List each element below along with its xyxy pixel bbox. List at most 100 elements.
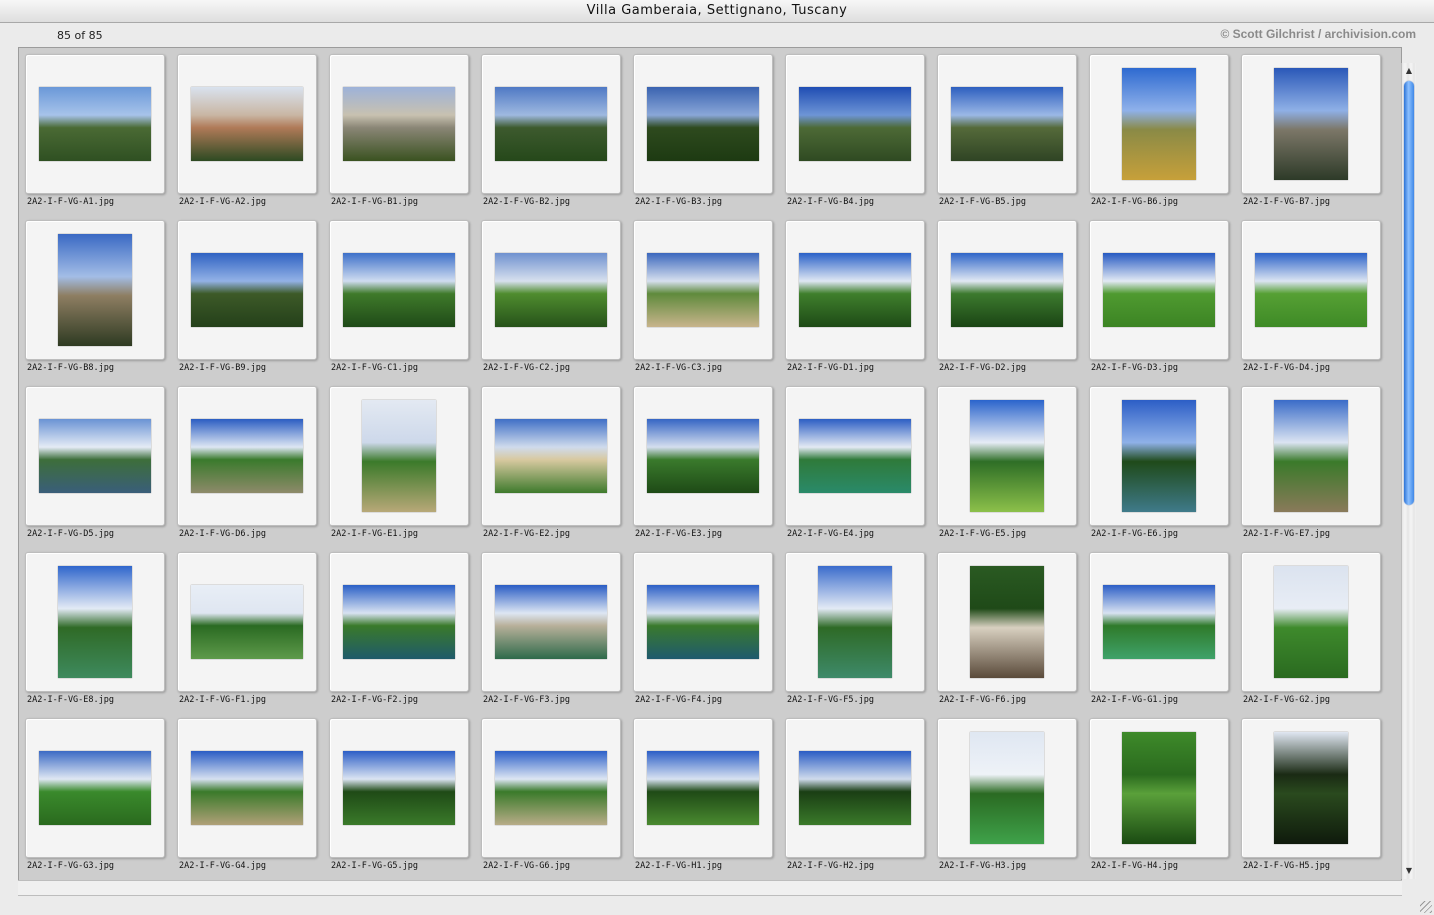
photo-thumbnail[interactable] [799,253,911,327]
thumbnail-slide[interactable]: 2A2-I-F-VG-H4.jpg [1089,718,1229,871]
thumbnail-slide[interactable]: 2A2-I-F-VG-E5.jpg [937,386,1077,539]
thumbnail-slide[interactable]: 2A2-I-F-VG-F2.jpg [329,552,469,705]
photo-thumbnail[interactable] [39,419,151,493]
photo-thumbnail[interactable] [495,253,607,327]
thumbnail-slide[interactable]: 2A2-I-F-VG-A2.jpg [177,54,317,207]
photo-thumbnail[interactable] [1122,400,1196,512]
photo-thumbnail[interactable] [191,751,303,825]
photo-thumbnail[interactable] [1103,585,1215,659]
thumbnail-slide[interactable]: 2A2-I-F-VG-B4.jpg [785,54,925,207]
photo-thumbnail[interactable] [799,751,911,825]
thumbnail-slide[interactable]: 2A2-I-F-VG-F6.jpg [937,552,1077,705]
thumbnail-slide[interactable]: 2A2-I-F-VG-D2.jpg [937,220,1077,373]
thumbnail-filename: 2A2-I-F-VG-G3.jpg [27,861,114,871]
thumbnail-slide[interactable]: 2A2-I-F-VG-B5.jpg [937,54,1077,207]
thumbnail-slide[interactable]: 2A2-I-F-VG-F3.jpg [481,552,621,705]
thumbnail-slide[interactable]: 2A2-I-F-VG-D5.jpg [25,386,165,539]
horizontal-scrollbar[interactable] [18,880,1402,896]
thumbnail-slide[interactable]: 2A2-I-F-VG-E7.jpg [1241,386,1381,539]
thumbnail-slide[interactable]: 2A2-I-F-VG-G2.jpg [1241,552,1381,705]
scrollbar-thumb[interactable] [1404,81,1414,505]
photo-thumbnail[interactable] [39,751,151,825]
thumbnail-slide[interactable]: 2A2-I-F-VG-H5.jpg [1241,718,1381,871]
thumbnail-slide[interactable]: 2A2-I-F-VG-B7.jpg [1241,54,1381,207]
photo-thumbnail[interactable] [1122,68,1196,180]
thumbnail-slide[interactable]: 2A2-I-F-VG-C1.jpg [329,220,469,373]
thumbnail-filename: 2A2-I-F-VG-B3.jpg [635,197,722,207]
photo-thumbnail[interactable] [647,585,759,659]
photo-thumbnail[interactable] [799,419,911,493]
photo-thumbnail[interactable] [362,400,436,512]
photo-thumbnail[interactable] [495,751,607,825]
thumbnail-slide[interactable]: 2A2-I-F-VG-H1.jpg [633,718,773,871]
photo-thumbnail[interactable] [343,751,455,825]
photo-thumbnail[interactable] [1274,400,1348,512]
thumbnail-slide[interactable]: 2A2-I-F-VG-B3.jpg [633,54,773,207]
photo-thumbnail[interactable] [818,566,892,678]
thumbnail-slide[interactable]: 2A2-I-F-VG-E1.jpg [329,386,469,539]
thumbnail-slide[interactable]: 2A2-I-F-VG-G4.jpg [177,718,317,871]
thumbnail-slide[interactable]: 2A2-I-F-VG-F4.jpg [633,552,773,705]
scroll-up-arrow-icon[interactable]: ▲ [1402,65,1416,77]
thumbnail-filename: 2A2-I-F-VG-E1.jpg [331,529,418,539]
photo-thumbnail[interactable] [647,253,759,327]
photo-thumbnail[interactable] [647,87,759,161]
thumbnail-slide[interactable]: 2A2-I-F-VG-G3.jpg [25,718,165,871]
photo-thumbnail[interactable] [647,419,759,493]
photo-thumbnail[interactable] [191,419,303,493]
thumbnail-slide[interactable]: 2A2-I-F-VG-B2.jpg [481,54,621,207]
photo-thumbnail[interactable] [1274,566,1348,678]
photo-thumbnail[interactable] [951,87,1063,161]
thumbnail-slide[interactable]: 2A2-I-F-VG-H3.jpg [937,718,1077,871]
thumbnail-slide[interactable]: 2A2-I-F-VG-B6.jpg [1089,54,1229,207]
thumbnail-filename: 2A2-I-F-VG-B8.jpg [27,363,114,373]
thumbnail-slide[interactable]: 2A2-I-F-VG-F1.jpg [177,552,317,705]
photo-thumbnail[interactable] [343,87,455,161]
photo-thumbnail[interactable] [1274,68,1348,180]
thumbnail-slide[interactable]: 2A2-I-F-VG-D6.jpg [177,386,317,539]
photo-thumbnail[interactable] [191,87,303,161]
photo-thumbnail[interactable] [58,234,132,346]
thumbnail-slide[interactable]: 2A2-I-F-VG-D3.jpg [1089,220,1229,373]
thumbnail-slide[interactable]: 2A2-I-F-VG-A1.jpg [25,54,165,207]
photo-thumbnail[interactable] [39,87,151,161]
vertical-scrollbar[interactable]: ▲ ▼ [1401,63,1416,879]
thumbnail-slide[interactable]: 2A2-I-F-VG-G5.jpg [329,718,469,871]
photo-thumbnail[interactable] [58,566,132,678]
photo-thumbnail[interactable] [495,585,607,659]
photo-thumbnail[interactable] [1255,253,1367,327]
thumbnail-slide[interactable]: 2A2-I-F-VG-G6.jpg [481,718,621,871]
thumbnail-slide[interactable]: 2A2-I-F-VG-B8.jpg [25,220,165,373]
photo-thumbnail[interactable] [799,87,911,161]
photo-thumbnail[interactable] [951,253,1063,327]
photo-thumbnail[interactable] [970,732,1044,844]
photo-thumbnail[interactable] [647,751,759,825]
photo-thumbnail[interactable] [970,400,1044,512]
photo-thumbnail[interactable] [191,253,303,327]
photo-thumbnail[interactable] [1122,732,1196,844]
photo-thumbnail[interactable] [495,87,607,161]
photo-thumbnail[interactable] [191,585,303,659]
thumbnail-slide[interactable]: 2A2-I-F-VG-F5.jpg [785,552,925,705]
thumbnail-slide[interactable]: 2A2-I-F-VG-E6.jpg [1089,386,1229,539]
photo-thumbnail[interactable] [343,585,455,659]
thumbnail-slide[interactable]: 2A2-I-F-VG-D4.jpg [1241,220,1381,373]
thumbnail-slide[interactable]: 2A2-I-F-VG-E4.jpg [785,386,925,539]
photo-thumbnail[interactable] [495,419,607,493]
photo-thumbnail[interactable] [970,566,1044,678]
scroll-down-arrow-icon[interactable]: ▼ [1402,865,1416,877]
thumbnail-slide[interactable]: 2A2-I-F-VG-C3.jpg [633,220,773,373]
thumbnail-slide[interactable]: 2A2-I-F-VG-B9.jpg [177,220,317,373]
photo-thumbnail[interactable] [1103,253,1215,327]
thumbnail-slide[interactable]: 2A2-I-F-VG-G1.jpg [1089,552,1229,705]
resize-grip-icon[interactable] [1420,901,1432,913]
thumbnail-slide[interactable]: 2A2-I-F-VG-E8.jpg [25,552,165,705]
thumbnail-slide[interactable]: 2A2-I-F-VG-H2.jpg [785,718,925,871]
thumbnail-slide[interactable]: 2A2-I-F-VG-B1.jpg [329,54,469,207]
thumbnail-slide[interactable]: 2A2-I-F-VG-E2.jpg [481,386,621,539]
photo-thumbnail[interactable] [1274,732,1348,844]
thumbnail-slide[interactable]: 2A2-I-F-VG-E3.jpg [633,386,773,539]
thumbnail-slide[interactable]: 2A2-I-F-VG-C2.jpg [481,220,621,373]
thumbnail-slide[interactable]: 2A2-I-F-VG-D1.jpg [785,220,925,373]
photo-thumbnail[interactable] [343,253,455,327]
